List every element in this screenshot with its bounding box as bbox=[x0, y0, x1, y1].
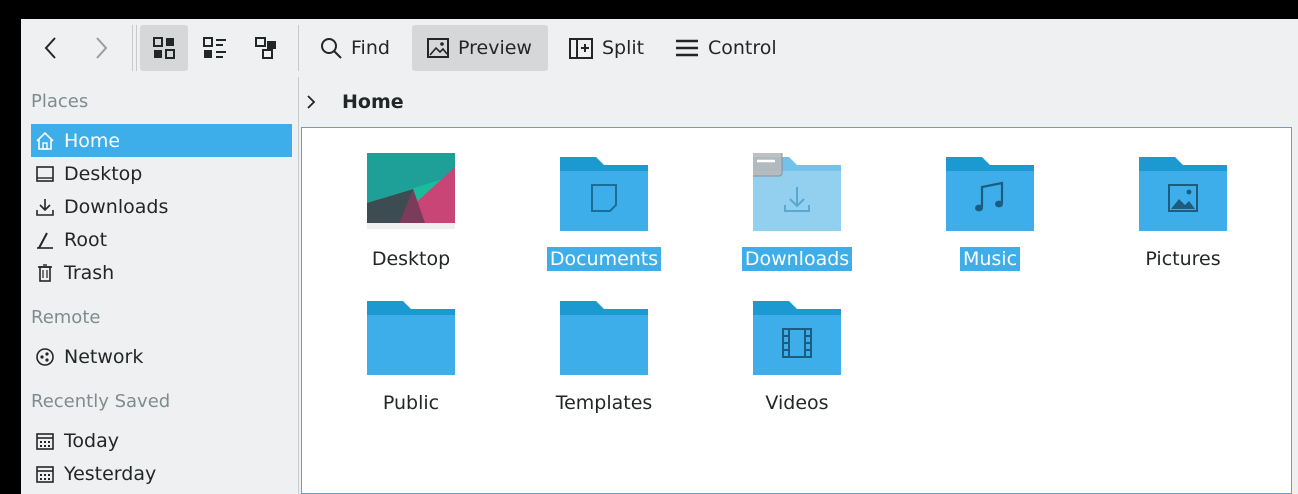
forward-button[interactable] bbox=[85, 25, 117, 71]
chevron-left-icon bbox=[44, 37, 56, 59]
folder-videos-icon bbox=[753, 297, 841, 379]
remote-heading: Remote bbox=[31, 307, 101, 328]
split-label: Split bbox=[602, 37, 645, 59]
home-icon bbox=[35, 131, 55, 151]
icons-view-icon bbox=[153, 37, 175, 59]
sidebar-item-trash[interactable]: Trash bbox=[31, 256, 292, 289]
file-item-pictures[interactable]: Pictures bbox=[1113, 153, 1253, 271]
breadcrumb: Home bbox=[304, 89, 404, 115]
file-item-music[interactable]: Music bbox=[920, 153, 1060, 271]
folder-music-icon bbox=[946, 153, 1034, 235]
sidebar-item-label: Yesterday bbox=[64, 462, 157, 485]
sidebar-item-home[interactable]: Home bbox=[31, 124, 292, 157]
sidebar-item-network[interactable]: Network bbox=[31, 340, 292, 373]
folder-icon bbox=[560, 297, 648, 379]
sidebar-item-label: Root bbox=[64, 228, 108, 251]
sidebar-item-yesterday[interactable]: Yesterday bbox=[31, 457, 292, 490]
file-item-public[interactable]: Public bbox=[341, 297, 481, 415]
details-view-button[interactable] bbox=[247, 25, 287, 71]
control-button[interactable]: Control bbox=[668, 25, 783, 71]
file-item-documents[interactable]: Documents bbox=[534, 153, 674, 271]
hamburger-menu-icon bbox=[676, 39, 698, 57]
control-label: Control bbox=[708, 37, 777, 59]
preview-button[interactable]: Preview bbox=[412, 25, 548, 71]
calendar-icon bbox=[35, 464, 55, 484]
folder-icon bbox=[367, 297, 455, 379]
file-name: Videos bbox=[765, 392, 829, 414]
file-item-videos[interactable]: Videos bbox=[727, 297, 867, 415]
file-manager-window: Find Preview Split Control Places Home D… bbox=[21, 19, 1298, 494]
network-icon bbox=[35, 347, 55, 367]
file-name: Music bbox=[959, 247, 1021, 271]
toolbar-separator bbox=[298, 25, 299, 71]
folder-pictures-icon bbox=[1139, 153, 1227, 235]
toolbar-separator bbox=[132, 25, 133, 71]
sidebar-item-label: Home bbox=[64, 129, 121, 152]
folder-downloads-icon bbox=[749, 145, 841, 235]
chevron-right-icon bbox=[96, 37, 108, 59]
file-name: Public bbox=[382, 392, 440, 414]
calendar-icon bbox=[35, 431, 55, 451]
folder-documents-icon bbox=[560, 153, 648, 235]
compact-view-button[interactable] bbox=[195, 25, 235, 71]
toolbar-separator bbox=[136, 25, 137, 71]
preview-label: Preview bbox=[458, 37, 532, 59]
back-button[interactable] bbox=[35, 25, 67, 71]
download-icon bbox=[35, 197, 55, 217]
icons-view-button[interactable] bbox=[140, 25, 188, 71]
sidebar-item-label: Today bbox=[64, 429, 119, 452]
sidebar-item-desktop[interactable]: Desktop bbox=[31, 157, 292, 190]
panel-divider[interactable] bbox=[298, 77, 299, 494]
file-name: Pictures bbox=[1145, 248, 1221, 270]
file-item-desktop[interactable]: Desktop bbox=[341, 153, 481, 271]
file-name: Downloads bbox=[741, 247, 853, 271]
breadcrumb-home[interactable]: Home bbox=[342, 91, 404, 113]
places-heading: Places bbox=[31, 91, 89, 112]
sidebar-item-downloads[interactable]: Downloads bbox=[31, 190, 292, 223]
chevron-right-icon[interactable] bbox=[304, 93, 318, 111]
file-name: Documents bbox=[546, 247, 662, 271]
trash-icon bbox=[35, 263, 55, 283]
sidebar-item-label: Desktop bbox=[64, 162, 143, 185]
sidebar-item-label: Downloads bbox=[64, 195, 169, 218]
toolbar: Find Preview Split Control bbox=[21, 19, 1298, 77]
find-label: Find bbox=[351, 37, 390, 59]
root-icon bbox=[35, 230, 55, 250]
search-icon bbox=[321, 38, 342, 59]
file-name: Templates bbox=[555, 392, 653, 414]
sidebar-item-today[interactable]: Today bbox=[31, 424, 292, 457]
find-button[interactable]: Find bbox=[313, 25, 396, 71]
file-name: Desktop bbox=[371, 248, 451, 270]
sidebar-item-root[interactable]: Root bbox=[31, 223, 292, 256]
file-item-downloads[interactable]: Downloads bbox=[727, 145, 867, 271]
details-view-icon bbox=[255, 37, 276, 59]
desktop-icon bbox=[35, 164, 55, 184]
split-view-icon bbox=[569, 38, 593, 59]
sidebar-item-label: Trash bbox=[64, 261, 115, 284]
places-panel: Places Home Desktop Downloads Root Trash… bbox=[21, 83, 298, 494]
split-button[interactable]: Split bbox=[562, 25, 650, 71]
file-item-templates[interactable]: Templates bbox=[534, 297, 674, 415]
file-view[interactable]: Desktop Documents Downloads Music Pictur… bbox=[301, 127, 1292, 494]
image-preview-icon bbox=[427, 38, 449, 58]
compact-view-icon bbox=[203, 37, 226, 58]
desktop-folder-icon bbox=[367, 153, 455, 235]
sidebar-item-label: Network bbox=[64, 345, 144, 368]
recently-saved-heading: Recently Saved bbox=[31, 391, 171, 412]
